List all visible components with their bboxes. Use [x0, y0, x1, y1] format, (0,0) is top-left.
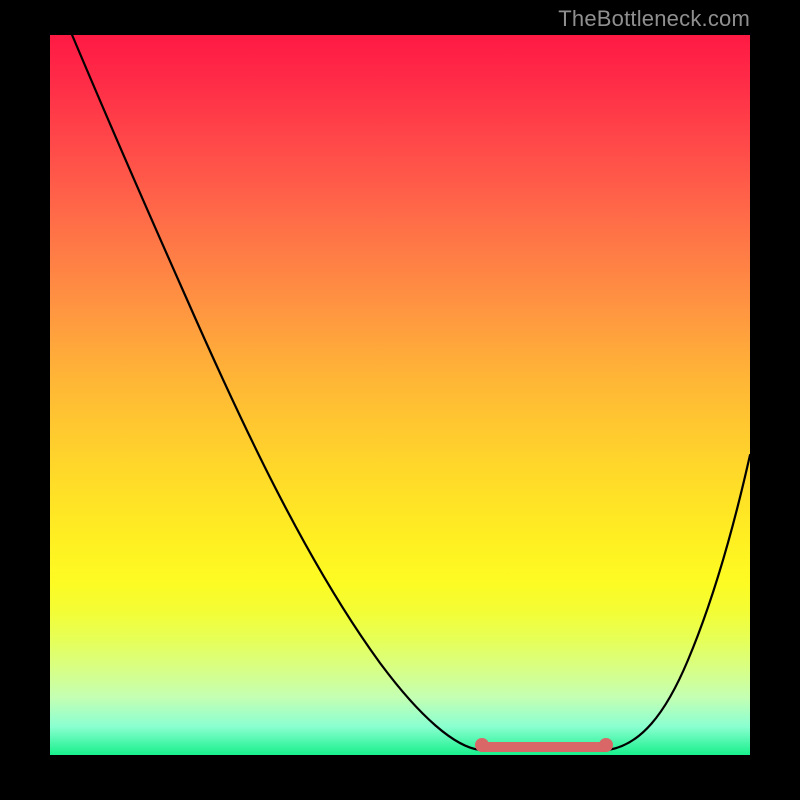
curve-left-branch — [70, 30, 480, 750]
bottleneck-curve-plot — [50, 35, 750, 755]
optimal-range-end-dot — [599, 738, 613, 752]
watermark-label: TheBottleneck.com — [558, 6, 750, 32]
curve-right-branch — [608, 455, 750, 750]
curve-svg — [50, 35, 750, 755]
optimal-range-start-dot — [475, 738, 489, 752]
chart-frame: TheBottleneck.com — [0, 0, 800, 800]
